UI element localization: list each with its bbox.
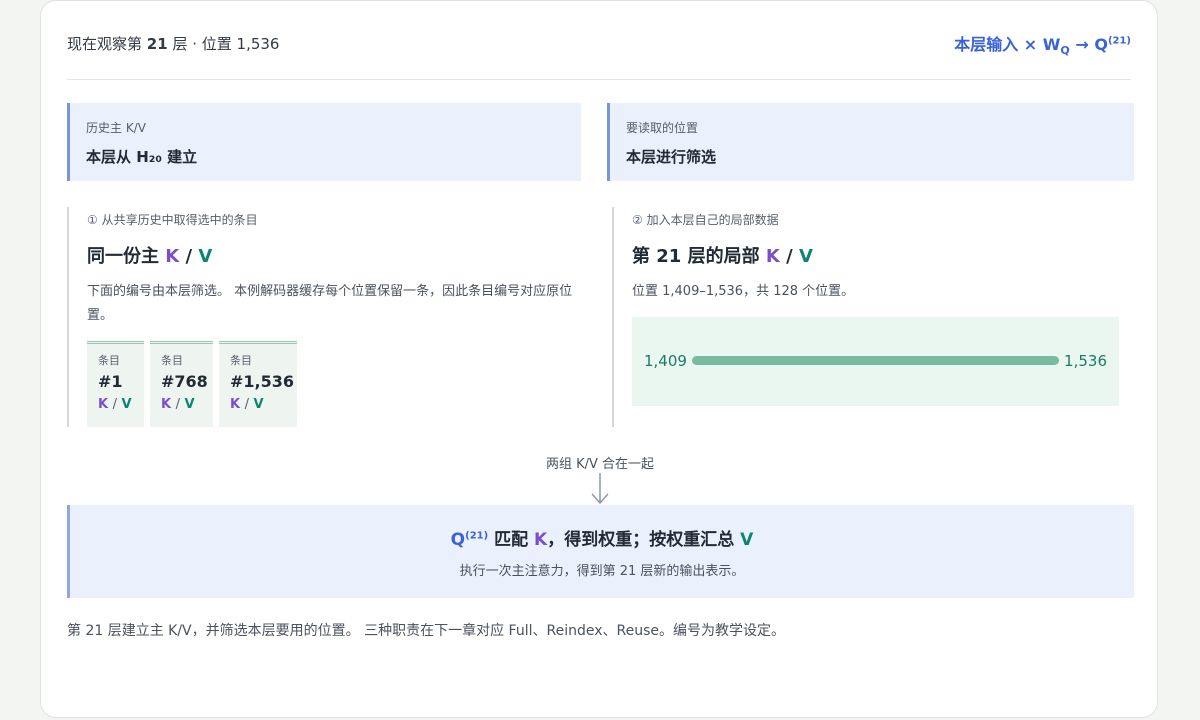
read-positions-value: 本层进行筛选 — [626, 148, 717, 166]
header-formula: 本层输入 × WQ → Q(21) — [954, 31, 1131, 57]
query-sup: (21) — [465, 530, 489, 542]
entry-card: 条目 #1,536 K / V — [219, 341, 297, 427]
header-status: 现在观察第 21 层 · 位置 1,536 — [67, 33, 279, 54]
entry-card: 条目 #1 K / V — [87, 341, 144, 427]
k-label: K — [765, 246, 780, 267]
attention-title: Q(21) 匹配 K，得到权重；按权重汇总 V — [70, 525, 1134, 550]
local-kv-title-text: 第 21 层的局部 — [632, 246, 760, 267]
entry-label: 条目 — [161, 354, 183, 367]
attention-subtitle: 执行一次主注意力，得到第 21 层新的输出表示。 — [459, 564, 745, 579]
local-data-column: ② 加入本层自己的局部数据 第 21 层的局部 K / V 位置 1,409–1… — [612, 207, 1134, 427]
history-kv-box: 历史主 K/V 本层从 H₂₀ 建立 — [67, 103, 581, 181]
entry-label: 条目 — [98, 354, 120, 367]
entry-list: 条目 #1 K / V 条目 #768 K / V 条目 #1,536 K / … — [87, 341, 297, 427]
shared-kv-description: 下面的编号由本层筛选。 本例解码器缓存每个位置保留一条，因此条目编号对应原位置。 — [87, 284, 573, 323]
formula-main: 本层输入 × W — [954, 35, 1061, 54]
merge-label: 两组 K/V 合在一起 — [545, 457, 655, 472]
header-divider — [67, 79, 1131, 80]
main-card: 现在观察第 21 层 · 位置 1,536 本层输入 × WQ → Q(21) … — [40, 0, 1158, 718]
range-bar — [692, 356, 1059, 365]
query-q: Q — [450, 530, 466, 550]
local-kv-title: 第 21 层的局部 K / V — [632, 242, 1134, 268]
entry-kv: K / V — [230, 397, 287, 412]
v-label: V — [198, 246, 213, 267]
attention-box: Q(21) 匹配 K，得到权重；按权重汇总 V 执行一次主注意力，得到第 21 … — [67, 505, 1134, 598]
history-kv-label: 历史主 K/V — [86, 121, 146, 135]
entry-k: K — [230, 397, 241, 412]
footer-note: 第 21 层建立主 K/V，并筛选本层要用的位置。 三种职责在下一章对应 Ful… — [67, 623, 785, 639]
read-positions-box: 要读取的位置 本层进行筛选 — [607, 103, 1134, 181]
read-positions-label: 要读取的位置 — [626, 121, 699, 135]
header-prefix: 现在观察第 — [67, 35, 143, 53]
entry-number: #1,536 — [230, 372, 295, 391]
range-end: 1,536 — [1064, 352, 1107, 370]
slash: / — [786, 246, 793, 267]
attention-text-1: 匹配 — [488, 530, 535, 550]
entry-v: V — [253, 397, 264, 412]
entry-card: 条目 #768 K / V — [150, 341, 213, 427]
shared-history-column: ① 从共享历史中取得选中的条目 同一份主 K / V 下面的编号由本层筛选。 本… — [67, 207, 587, 427]
local-kv-description: 位置 1,409–1,536，共 128 个位置。 — [632, 284, 855, 299]
formula-sup: (21) — [1107, 35, 1131, 47]
formula-arrow: → Q — [1069, 35, 1108, 54]
attention-text-2: ，得到权重；按权重汇总 — [547, 530, 741, 550]
slash: / — [185, 246, 193, 267]
entry-k: K — [98, 397, 109, 412]
shared-kv-title: 同一份主 K / V — [87, 242, 587, 268]
position-range: 1,409 1,536 — [632, 317, 1119, 406]
shared-kv-title-text: 同一份主 — [87, 246, 159, 267]
entry-slash: / — [244, 397, 249, 412]
query-label: Q(21) — [451, 530, 489, 550]
header-layer: 21 — [146, 35, 168, 53]
entry-label: 条目 — [230, 354, 252, 367]
entry-kv: K / V — [161, 397, 203, 412]
range-start: 1,409 — [644, 352, 687, 370]
k-label: K — [534, 530, 548, 550]
entry-kv: K / V — [98, 397, 134, 412]
formula-sub: Q — [1060, 44, 1070, 58]
history-kv-value: 本层从 H₂₀ 建立 — [86, 148, 198, 166]
v-label: V — [740, 530, 754, 550]
k-label: K — [165, 246, 180, 267]
entry-slash: / — [175, 397, 180, 412]
entry-v: V — [184, 397, 195, 412]
entry-k: K — [161, 397, 172, 412]
step-1-label: ① 从共享历史中取得选中的条目 — [87, 213, 258, 227]
entry-slash: / — [112, 397, 117, 412]
entry-v: V — [121, 397, 132, 412]
step-2-label: ② 加入本层自己的局部数据 — [632, 213, 779, 227]
entry-number: #768 — [161, 372, 208, 391]
header-suffix: 层 · 位置 1,536 — [172, 35, 280, 53]
entry-number: #1 — [98, 372, 123, 391]
down-arrow-icon — [591, 473, 609, 505]
v-label: V — [798, 246, 813, 267]
